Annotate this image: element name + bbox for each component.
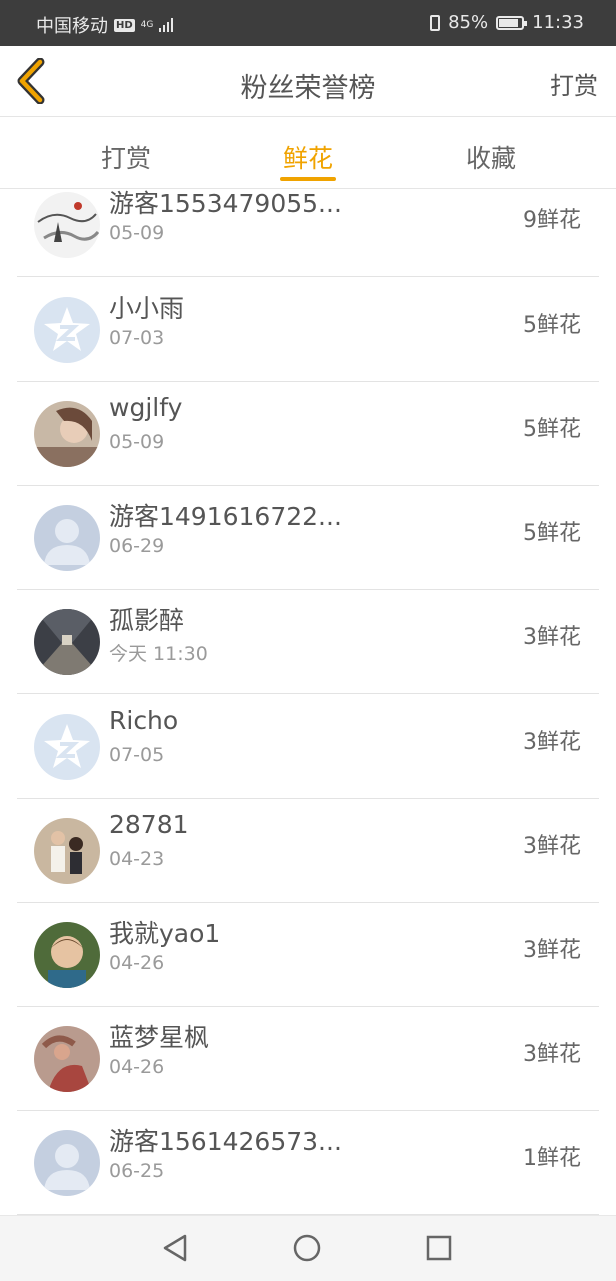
battery-percent: 85% — [448, 12, 489, 33]
fan-name: Richo — [109, 706, 179, 735]
flower-count: 1鲜花 — [523, 1146, 581, 1171]
fan-name: 我就yao1 — [109, 919, 221, 948]
vibrate-icon — [430, 14, 441, 31]
square-recents-icon[interactable] — [424, 1233, 454, 1263]
tab-favorites[interactable]: 收藏 — [431, 139, 551, 175]
list-item[interactable]: 游客1491616722... 06-29 5鲜花 — [17, 485, 599, 590]
flower-count: 3鲜花 — [523, 834, 581, 859]
fan-date: 06-25 — [109, 1160, 165, 1182]
child-photo-avatar — [34, 922, 100, 988]
fan-name: 28781 — [109, 810, 189, 839]
list-item[interactable]: 28781 04-23 3鲜花 — [17, 798, 599, 903]
qzone-default-avatar — [34, 714, 100, 780]
fan-list: 游客1553479055... 05-09 9鲜花 小小雨 07-03 5鲜花 … — [0, 188, 616, 1215]
fan-name: wgjlfy — [109, 393, 183, 422]
list-item[interactable]: 小小雨 07-03 5鲜花 — [17, 277, 599, 382]
tab-flowers[interactable]: 鲜花 — [248, 139, 368, 181]
active-tab-indicator — [280, 177, 336, 181]
flower-count: 5鲜花 — [523, 313, 581, 338]
list-item[interactable]: 我就yao1 04-26 3鲜花 — [17, 902, 599, 1007]
fan-date: 07-05 — [109, 744, 165, 766]
fan-name: 游客1553479055... — [109, 189, 342, 218]
flower-count: 3鲜花 — [523, 1042, 581, 1067]
tab-bar: 打赏 鲜花 收藏 — [0, 117, 616, 189]
ink-painting-avatar — [34, 192, 100, 258]
tab-reward[interactable]: 打赏 — [66, 139, 186, 175]
fan-name: 游客1561426573... — [109, 1127, 342, 1156]
battery-icon — [496, 15, 528, 30]
hd-badge: HD — [114, 18, 135, 32]
triangle-back-icon[interactable] — [160, 1233, 190, 1263]
tunnel-photo-avatar — [34, 609, 100, 675]
fan-date: 07-03 — [109, 327, 165, 349]
fan-name: 孤影醉 — [109, 606, 185, 635]
default-user-avatar — [34, 1130, 100, 1196]
flower-count: 5鲜花 — [523, 417, 581, 442]
list-item[interactable]: 蓝梦星枫 04-26 3鲜花 — [17, 1006, 599, 1111]
couple-photo-avatar — [34, 818, 100, 884]
system-nav-bar — [0, 1215, 616, 1281]
fan-date: 05-09 — [109, 431, 165, 453]
flower-count: 9鲜花 — [523, 208, 581, 233]
status-bar: 中国移动 HD 4G 85% 11:33 — [0, 0, 616, 46]
flower-count: 3鲜花 — [523, 938, 581, 963]
list-item[interactable]: 游客1561426573... 06-25 1鲜花 — [17, 1110, 599, 1215]
list-item[interactable]: Richo 07-05 3鲜花 — [17, 694, 599, 799]
list-item[interactable]: wgjlfy 05-09 5鲜花 — [17, 381, 599, 486]
page-title: 粉丝荣誉榜 — [240, 73, 376, 104]
default-user-avatar — [34, 505, 100, 571]
app-header: 粉丝荣誉榜 打赏 — [0, 46, 616, 117]
reward-button[interactable]: 打赏 — [550, 66, 598, 101]
fan-date: 今天 11:30 — [109, 643, 208, 665]
list-item[interactable]: 游客1553479055... 05-09 9鲜花 — [17, 188, 599, 277]
fan-name: 游客1491616722... — [109, 502, 342, 531]
clock: 11:33 — [532, 12, 584, 33]
list-item[interactable]: 孤影醉 今天 11:30 3鲜花 — [17, 589, 599, 694]
fan-date: 04-26 — [109, 952, 165, 974]
circle-home-icon[interactable] — [292, 1233, 322, 1263]
fan-date: 05-09 — [109, 222, 165, 244]
carrier-label: 中国移动 — [36, 16, 108, 37]
fan-date: 04-26 — [109, 1056, 165, 1078]
fan-date: 04-23 — [109, 848, 165, 870]
flower-count: 3鲜花 — [523, 625, 581, 650]
signal-icon — [159, 18, 174, 32]
flower-count: 3鲜花 — [523, 730, 581, 755]
photo-avatar — [34, 1026, 100, 1092]
network-type-label: 4G — [140, 19, 154, 30]
fan-name: 小小雨 — [109, 294, 185, 323]
qzone-default-avatar — [34, 297, 100, 363]
fan-name: 蓝梦星枫 — [109, 1023, 210, 1052]
photo-avatar — [34, 401, 100, 467]
tab-flowers-label: 鲜花 — [282, 144, 333, 173]
flower-count: 5鲜花 — [523, 521, 581, 546]
fan-date: 06-29 — [109, 535, 165, 557]
